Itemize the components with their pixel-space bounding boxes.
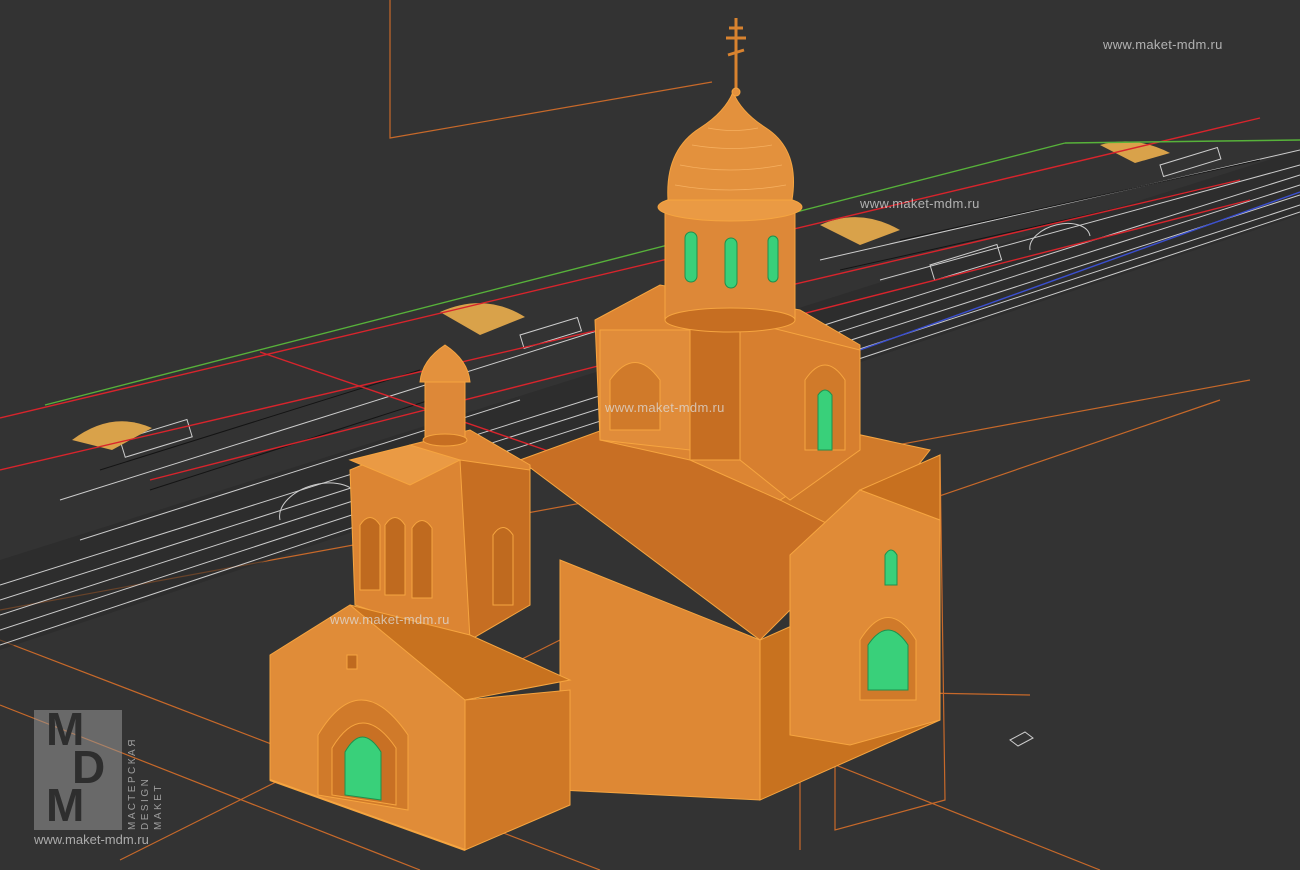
transept-window [884,549,898,586]
drum-window [724,237,738,289]
guide-plane-top [389,0,713,139]
drum-window [684,231,698,283]
logo-vertical-text: МАСТЕРСКАЯ DESIGN MAKET [126,710,176,830]
portal-door-glass [344,736,382,801]
scene-canvas[interactable] [0,0,1300,870]
transept-door-glass [867,629,909,691]
belfry-opening [384,517,406,596]
bell-cupola-dome [419,344,471,383]
cross-ball [731,87,741,97]
logo-letter: M [46,779,85,831]
narthex-side [464,689,571,851]
drum-arch-left [609,362,661,431]
3d-viewport[interactable]: www.maket-mdm.ru www.maket-mdm.ru www.ma… [0,0,1300,870]
belfry-opening [359,517,381,591]
church-model[interactable] [269,18,941,851]
logo-vertical-line: МАСТЕРСКАЯ [127,737,138,830]
plan-rect [519,316,583,350]
logo-vertical-line: DESIGN [140,776,151,830]
portal-icon-niche [346,654,358,670]
logo-url: www.maket-mdm.ru [34,832,149,847]
main-onion-dome [667,90,795,201]
bell-cupola-drum [424,379,466,441]
dome-plan [440,303,525,335]
bell-cupola-base [422,433,468,447]
drum-side-window [817,389,833,451]
logo-vertical-line: MAKET [153,783,164,830]
main-cross [726,18,746,92]
drum-window [767,235,779,283]
watermark-top-right: www.maket-mdm.ru [1103,37,1223,52]
drum-cylinder-bottom [664,307,796,333]
belfry-opening [411,520,433,599]
belfry-opening [492,527,514,606]
mdm-logo: M D M МАСТЕРСКАЯ DESIGN MAKET www.maket-… [34,706,176,847]
logo-letters: M D M [42,706,122,831]
gizmo-marker [1009,731,1034,747]
plan-rect [1159,146,1222,178]
watermark-center: www.maket-mdm.ru [605,400,725,415]
watermark-upper-mid: www.maket-mdm.ru [860,196,980,211]
axis-green [1064,139,1300,144]
watermark-lower-left: www.maket-mdm.ru [330,612,450,627]
dome-plan [1100,141,1170,163]
dome-plan [72,421,152,450]
drum-base-corner [689,319,741,461]
dome-plan [820,217,900,245]
